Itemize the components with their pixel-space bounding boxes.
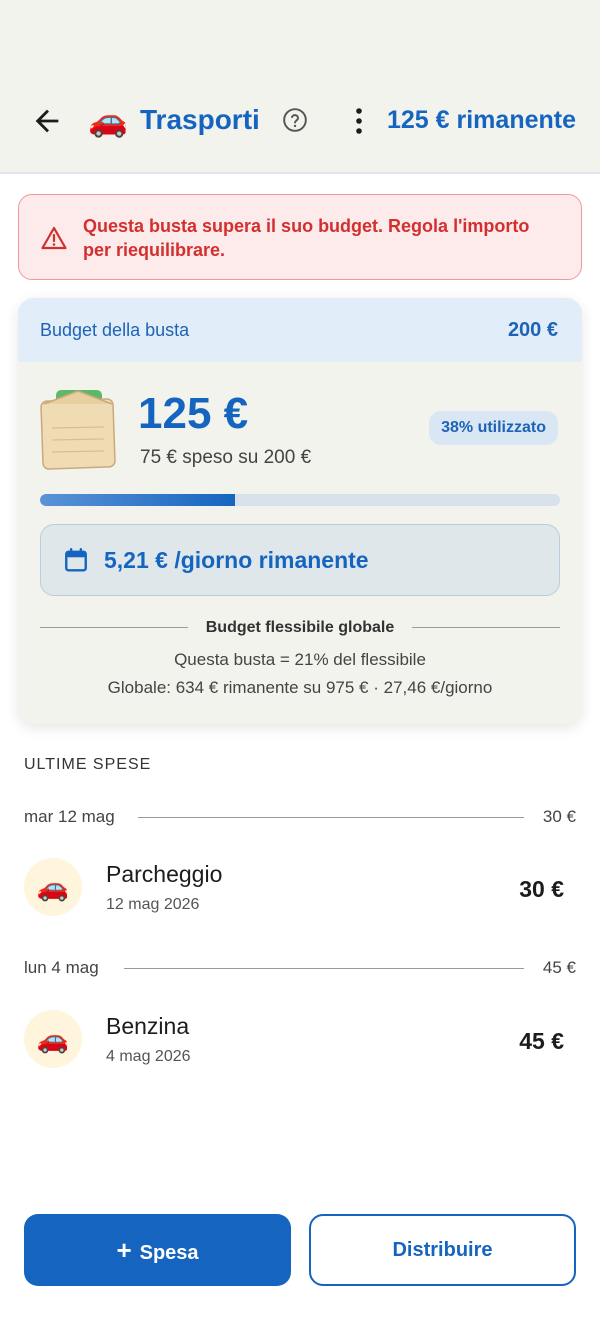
day-total: 45 €	[542, 958, 576, 977]
app-bar: 🚗 Trasporti 125 € rimanente	[0, 0, 600, 174]
expense-item[interactable]: 🚗 Parcheggio 12 mag 2026 30 €	[24, 858, 576, 918]
warning-triangle-icon	[41, 226, 67, 250]
per-day-box: 5,21 € /giorno rimanente	[40, 524, 560, 596]
more-vert-icon[interactable]	[348, 106, 370, 136]
budget-card: Budget della busta 200 € 125 € 75 € spes…	[18, 298, 582, 724]
help-circle-icon[interactable]	[282, 107, 308, 133]
plus-icon: +	[116, 1235, 132, 1265]
arrow-left-icon[interactable]	[30, 104, 64, 138]
envelope-icon	[40, 390, 116, 470]
car-icon: 🚗	[24, 1010, 82, 1068]
used-percent-badge: 38% utilizzato	[429, 411, 558, 445]
flexible-title: Budget flessibile globale	[205, 619, 395, 636]
flexible-global: Globale: 634 € rimanente su 975 € · 27,4…	[107, 678, 493, 697]
budget-label: Budget della busta	[40, 320, 190, 340]
expense-item[interactable]: 🚗 Benzina 4 mag 2026 45 €	[24, 1010, 576, 1070]
day-label: lun 4 mag	[24, 958, 99, 977]
category-emoji-icon: 🚗	[88, 102, 128, 138]
expense-date: 4 mag 2026	[106, 1048, 191, 1065]
budget-value: 200 €	[507, 319, 558, 341]
day-header: mar 12 mag 30 €	[24, 805, 576, 829]
per-day-remaining: 5,21 € /giorno rimanente	[104, 547, 369, 573]
expense-name: Parcheggio	[106, 861, 223, 887]
day-total: 30 €	[542, 807, 576, 826]
over-budget-alert: Questa busta supera il suo budget. Regol…	[18, 194, 582, 280]
flexible-divider: Budget flessibile globale	[40, 616, 560, 640]
calendar-icon	[65, 547, 87, 572]
remaining-amount: 125 €	[138, 389, 249, 438]
expense-amount: 45 €	[519, 1028, 564, 1054]
budget-card-header[interactable]: Budget della busta 200 €	[18, 298, 582, 362]
spent-summary: 75 € speso su 200 €	[140, 447, 312, 468]
budget-progress-bar	[40, 494, 560, 506]
add-expense-button[interactable]: + Spesa	[24, 1214, 291, 1286]
recent-expenses-title: ULTIME SPESE	[24, 756, 152, 773]
distribute-button[interactable]: Distribuire	[309, 1214, 576, 1286]
expense-date: 12 mag 2026	[106, 896, 200, 913]
budget-progress-fill	[40, 494, 235, 506]
expense-amount: 30 €	[519, 876, 564, 902]
expense-name: Benzina	[106, 1013, 190, 1039]
add-expense-label: Spesa	[139, 1242, 199, 1264]
day-header: lun 4 mag 45 €	[24, 956, 576, 980]
day-label: mar 12 mag	[24, 807, 115, 826]
flexible-share: Questa busta = 21% del flessibile	[174, 650, 426, 669]
header-remaining: 125 € rimanente	[387, 106, 576, 134]
distribute-label: Distribuire	[392, 1239, 493, 1261]
day-divider	[138, 817, 524, 818]
day-divider	[124, 968, 524, 969]
car-icon: 🚗	[24, 858, 82, 916]
page-title: Trasporti	[140, 104, 260, 135]
alert-message: Questa busta supera il suo budget. Regol…	[83, 216, 530, 260]
